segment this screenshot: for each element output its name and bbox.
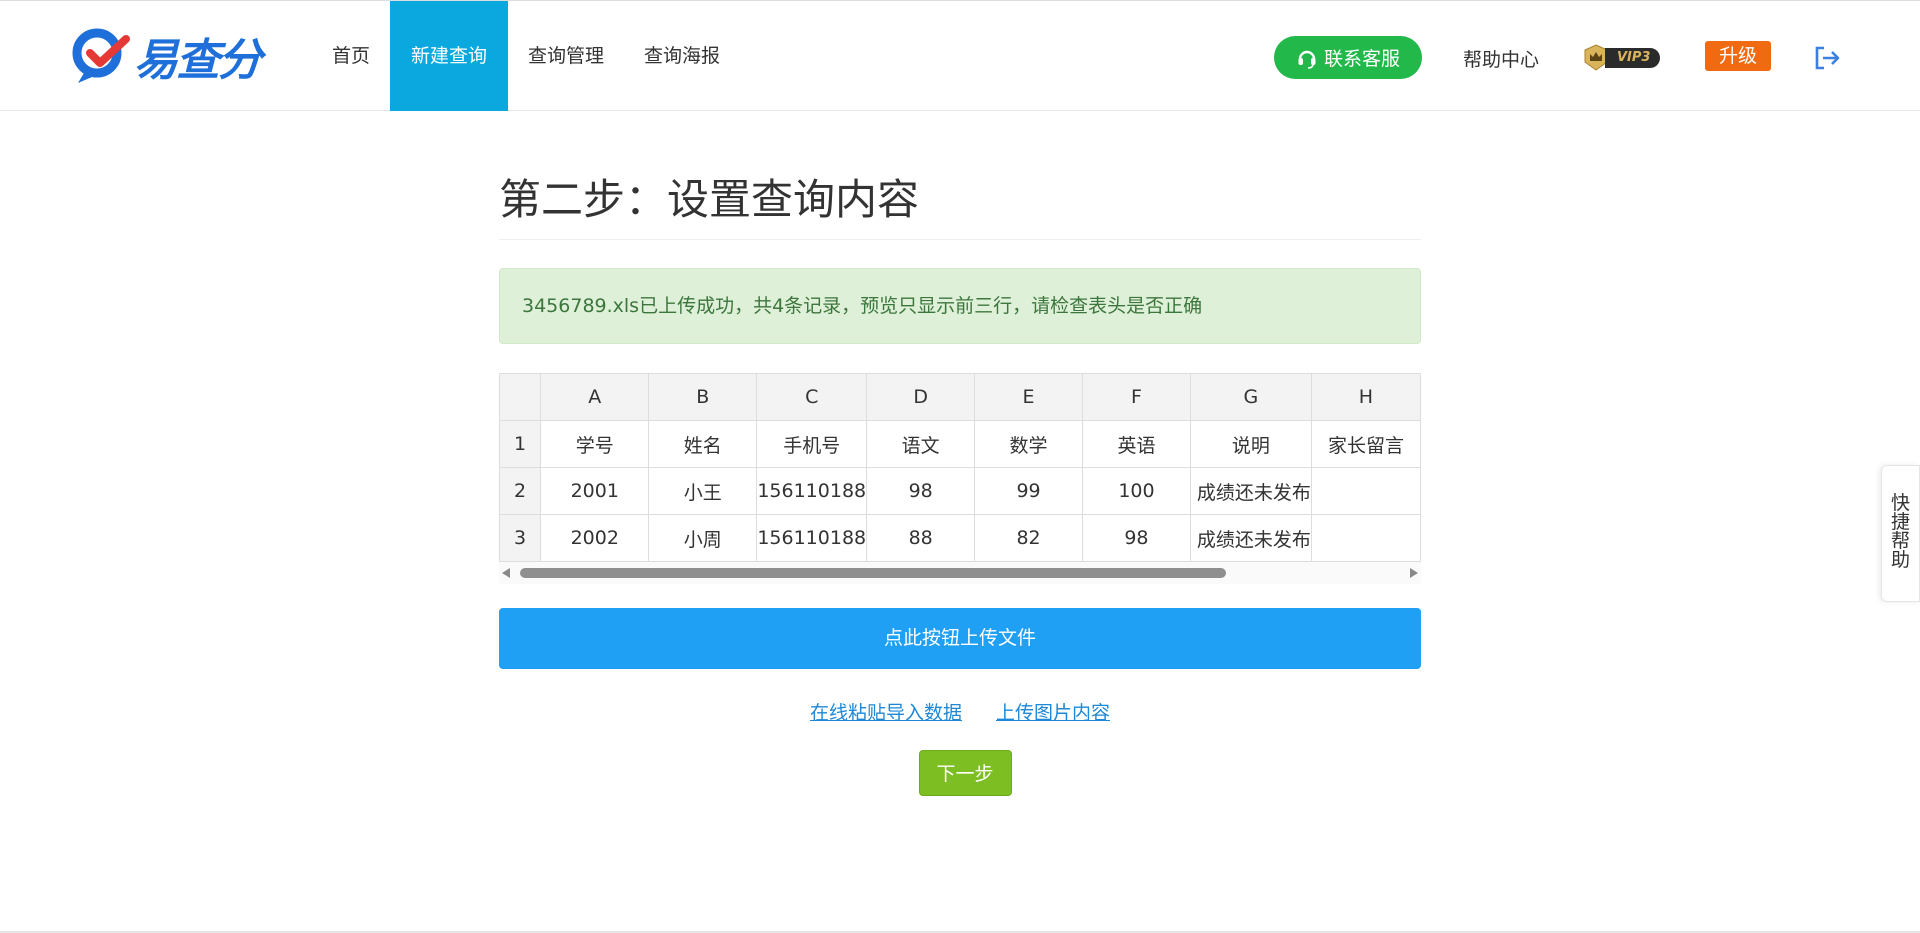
table-cell[interactable]: 2002: [540, 514, 650, 562]
table-cell[interactable]: 2001: [540, 467, 650, 515]
preview-table: A B C D E F G H 1 学号 姓名 手机号 语文 数学 英语 说明 …: [498, 373, 1422, 562]
vip-badge[interactable]: VIP3: [1583, 44, 1664, 71]
table-cell[interactable]: [1310, 467, 1422, 515]
column-header[interactable]: H: [1310, 373, 1422, 421]
scroll-right-arrow-icon[interactable]: [1410, 568, 1418, 578]
table-cell[interactable]: 家长留言: [1310, 420, 1422, 468]
logo-icon: [72, 28, 130, 83]
nav-new-query[interactable]: 新建查询: [390, 1, 509, 111]
row-number: 1: [498, 420, 542, 468]
corner-cell: [498, 373, 542, 421]
table-cell[interactable]: 82: [974, 514, 1083, 562]
table-cell[interactable]: 成绩还未发布: [1189, 514, 1312, 562]
table-cell[interactable]: 100: [1082, 467, 1191, 515]
top-header: 易查分 首页 新建查询 查询管理 查询海报 联系客服 帮助中心 VIP3 升级: [0, 0, 1920, 111]
column-header[interactable]: B: [648, 373, 758, 421]
table-cell[interactable]: 156110188: [756, 514, 868, 562]
scrollbar-thumb[interactable]: [520, 568, 1226, 578]
table-cell[interactable]: 手机号: [756, 420, 868, 468]
logo[interactable]: 易查分: [70, 25, 262, 87]
table-cell[interactable]: 语文: [866, 420, 976, 468]
row-number: 3: [498, 514, 542, 562]
row-number: 2: [498, 467, 542, 515]
column-header[interactable]: C: [756, 373, 868, 421]
table-cell[interactable]: 英语: [1082, 420, 1191, 468]
column-header-row: A B C D E F G H: [498, 373, 1422, 421]
table-cell[interactable]: 姓名: [648, 420, 758, 468]
column-header[interactable]: E: [974, 373, 1083, 421]
main-nav: 首页 新建查询 查询管理 查询海报: [312, 1, 740, 111]
quick-help-label: 快捷帮助: [1891, 492, 1911, 571]
table-cell[interactable]: 156110188: [756, 467, 868, 515]
table-row: 2 2001 小王 156110188 98 99 100 成绩还未发布: [498, 467, 1422, 515]
table-cell[interactable]: 98: [1082, 514, 1191, 562]
upload-file-button[interactable]: 点此按钮上传文件: [499, 608, 1421, 669]
column-header[interactable]: F: [1082, 373, 1191, 421]
scroll-left-arrow-icon[interactable]: [502, 568, 510, 578]
horizontal-scrollbar[interactable]: [499, 562, 1421, 584]
nav-query-management[interactable]: 查询管理: [508, 1, 624, 111]
logout-icon[interactable]: [1812, 43, 1842, 73]
table-cell[interactable]: 98: [866, 467, 976, 515]
upload-image-link[interactable]: 上传图片内容: [996, 702, 1110, 724]
table-row: 3 2002 小周 156110188 88 82 98 成绩还未发布: [498, 514, 1422, 562]
table-cell[interactable]: 小周: [648, 514, 758, 562]
column-header[interactable]: D: [866, 373, 976, 421]
contact-service-label: 联系客服: [1323, 48, 1400, 70]
nav-home[interactable]: 首页: [312, 1, 390, 111]
main-content: 第二步：设置查询内容 3456789.xls已上传成功，共4条记录，预览只显示前…: [498, 111, 1422, 796]
headset-icon: [1298, 50, 1316, 69]
upgrade-button[interactable]: 升级: [1705, 41, 1771, 71]
column-header[interactable]: A: [540, 373, 650, 421]
column-header[interactable]: G: [1189, 373, 1312, 421]
import-links: 在线粘贴导入数据 上传图片内容: [499, 698, 1421, 725]
vip-level-label: VIP3: [1605, 47, 1661, 68]
table-cell[interactable]: [1310, 514, 1422, 562]
table-cell[interactable]: 99: [974, 467, 1083, 515]
preview-table-container: A B C D E F G H 1 学号 姓名 手机号 语文 数学 英语 说明 …: [498, 373, 1422, 584]
upload-success-alert: 3456789.xls已上传成功，共4条记录，预览只显示前三行，请检查表头是否正…: [499, 268, 1421, 344]
table-cell[interactable]: 学号: [540, 420, 650, 468]
next-step-container: 下一步: [499, 750, 1421, 796]
table-cell[interactable]: 88: [866, 514, 976, 562]
page-title: 第二步：设置查询内容: [499, 166, 1421, 240]
paste-import-link[interactable]: 在线粘贴导入数据: [810, 702, 962, 724]
nav-query-poster[interactable]: 查询海报: [624, 1, 740, 111]
table-cell[interactable]: 小王: [648, 467, 758, 515]
table-cell[interactable]: 数学: [974, 420, 1083, 468]
quick-help-tab[interactable]: 快捷帮助: [1881, 465, 1920, 602]
table-cell[interactable]: 成绩还未发布: [1189, 467, 1312, 515]
next-step-button[interactable]: 下一步: [918, 750, 1012, 796]
contact-service-button[interactable]: 联系客服: [1274, 36, 1422, 79]
table-cell[interactable]: 说明: [1189, 420, 1312, 468]
logo-text: 易查分: [134, 35, 262, 86]
help-center-link[interactable]: 帮助中心: [1463, 45, 1539, 72]
table-row: 1 学号 姓名 手机号 语文 数学 英语 说明 家长留言: [498, 420, 1422, 468]
